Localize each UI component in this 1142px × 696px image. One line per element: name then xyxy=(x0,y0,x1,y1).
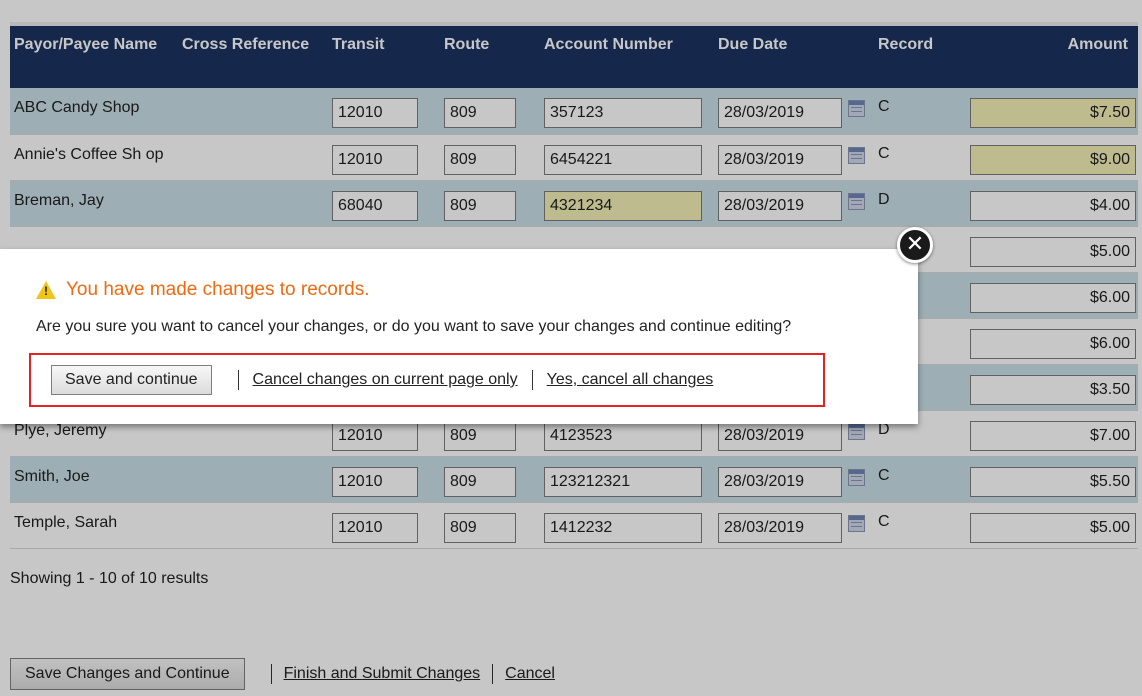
dialog-message: Are you sure you want to cancel your cha… xyxy=(36,318,792,335)
cancel-page-changes-link[interactable]: Cancel changes on current page only xyxy=(253,371,518,389)
dialog-actions: Save and continue Cancel changes on curr… xyxy=(29,353,825,407)
dialog-title: You have made changes to records. xyxy=(66,279,370,300)
divider xyxy=(237,370,239,390)
page: Payor/Payee Name Cross Reference Transit… xyxy=(0,0,1142,696)
close-icon[interactable]: ✕ xyxy=(897,227,933,263)
dialog-header: ! You have made changes to records. xyxy=(36,279,370,301)
cancel-changes-dialog: ! You have made changes to records. Are … xyxy=(0,249,918,424)
warning-icon: ! xyxy=(36,281,56,299)
divider xyxy=(531,370,533,390)
cancel-all-changes-link[interactable]: Yes, cancel all changes xyxy=(547,371,714,389)
save-and-continue-button[interactable]: Save and continue xyxy=(51,365,212,395)
